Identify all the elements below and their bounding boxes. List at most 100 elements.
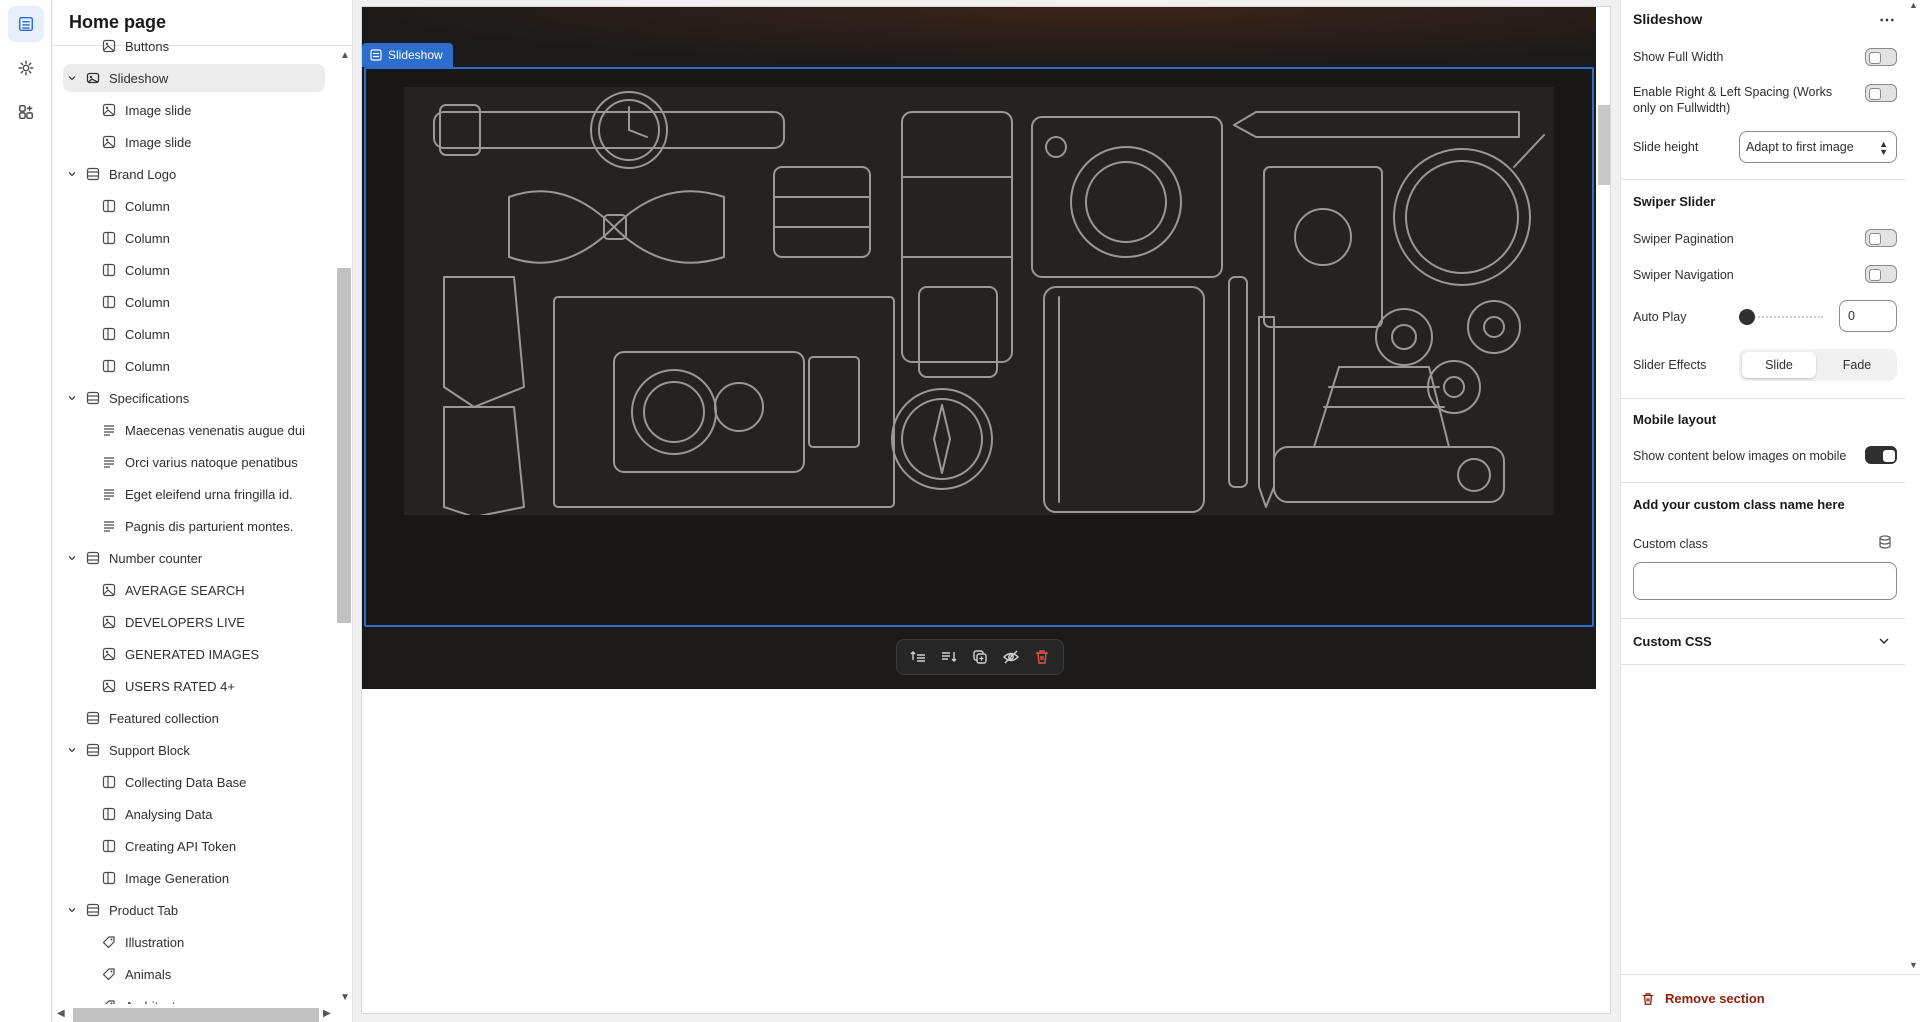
- tree-block-row[interactable]: GENERATED IMAGES: [53, 640, 325, 668]
- remove-section-label: Remove section: [1665, 991, 1765, 1006]
- canvas-hscroll-thumb[interactable]: [868, 1013, 1596, 1014]
- tree-row-label: Column: [125, 198, 170, 214]
- tree-section-row[interactable]: Support Block: [53, 736, 325, 764]
- tree-block-row[interactable]: Pagnis dis parturient montes.: [53, 512, 325, 540]
- tree-block-row[interactable]: Illustration: [53, 928, 325, 956]
- lr-spacing-toggle[interactable]: [1865, 84, 1897, 102]
- tree-row-label: GENERATED IMAGES: [125, 646, 260, 662]
- more-options-button[interactable]: ⋯: [1875, 8, 1899, 32]
- effect-option-fade[interactable]: Fade: [1820, 352, 1894, 378]
- tree-block-row[interactable]: Column: [53, 352, 325, 380]
- tree-section-row[interactable]: Brand Logo: [53, 160, 325, 188]
- sections-nav-button[interactable]: [8, 6, 44, 42]
- travel-flatlay-illustration: [433, 91, 1545, 518]
- theme-editor: Home page Buttons Slideshow Image slide Ima…: [0, 0, 1920, 1022]
- auto-play-slider-thumb[interactable]: [1739, 309, 1755, 325]
- tree-block-row[interactable]: Orci varius natoque penatibus: [53, 448, 325, 476]
- tree-block-row[interactable]: Image slide: [53, 128, 325, 156]
- sidebar-hscroll-thumb[interactable]: [73, 1008, 319, 1022]
- chevron-down-icon[interactable]: [65, 903, 79, 917]
- slide-height-label: Slide height: [1633, 140, 1699, 154]
- hide-section-button[interactable]: [999, 645, 1023, 669]
- tree-block-row[interactable]: Creating API Token: [53, 832, 325, 860]
- show-full-width-toggle[interactable]: [1865, 48, 1897, 66]
- chevron-down-icon[interactable]: [65, 71, 79, 85]
- image-block-icon: [101, 38, 117, 54]
- slideshow-selection-frame[interactable]: [364, 67, 1594, 627]
- scroll-right-arrow-icon[interactable]: ▶: [323, 1008, 331, 1019]
- tree-block-row[interactable]: Collecting Data Base: [53, 768, 325, 796]
- swiper-heading: Swiper Slider: [1633, 194, 1716, 209]
- auto-play-number-input[interactable]: 0: [1839, 300, 1897, 332]
- swiper-navigation-label: Swiper Navigation: [1633, 268, 1734, 282]
- theme-settings-nav-button[interactable]: [8, 50, 44, 86]
- delete-section-button[interactable]: [1030, 645, 1054, 669]
- tree-row-label: DEVELOPERS LIVE: [125, 614, 245, 630]
- sidebar-scroll-thumb[interactable]: [337, 268, 351, 623]
- slider-effects-label: Slider Effects: [1633, 358, 1707, 372]
- tree-section-row[interactable]: Slideshow: [63, 64, 325, 92]
- tree-block-row[interactable]: Column: [53, 224, 325, 252]
- chevron-down-icon[interactable]: [1877, 634, 1891, 648]
- tree-block-row[interactable]: Column: [53, 320, 325, 348]
- swiper-pagination-toggle[interactable]: [1865, 229, 1897, 247]
- sections-icon: [18, 16, 34, 32]
- database-icon[interactable]: [1877, 534, 1893, 550]
- chevron-down-icon[interactable]: [65, 743, 79, 757]
- scroll-down-arrow-icon[interactable]: ▼: [340, 992, 350, 1003]
- mobile-content-below-toggle[interactable]: [1865, 446, 1897, 464]
- tree-row-label: Creating API Token: [125, 838, 237, 854]
- tree-block-row[interactable]: USERS RATED 4+: [53, 672, 325, 700]
- swiper-navigation-toggle[interactable]: [1865, 265, 1897, 283]
- tree-row-label: Analysing Data: [125, 806, 213, 822]
- canvas-scroll-thumb[interactable]: [1598, 105, 1610, 185]
- tree-row-label: Animals: [125, 966, 172, 982]
- slide-image: [404, 87, 1554, 518]
- tree-block-row[interactable]: Analysing Data: [53, 800, 325, 828]
- column-icon: [101, 326, 117, 342]
- tree-block-row[interactable]: DEVELOPERS LIVE: [53, 608, 325, 636]
- lr-spacing-label: Enable Right & Left Spacing (Works only …: [1633, 85, 1833, 115]
- remove-section-button[interactable]: Remove section: [1641, 991, 1765, 1006]
- duplicate-button[interactable]: [968, 645, 992, 669]
- section-icon: [85, 742, 101, 758]
- divider: [1621, 664, 1905, 665]
- move-down-button[interactable]: [937, 645, 961, 669]
- tree-block-row[interactable]: AVERAGE SEARCH: [53, 576, 325, 604]
- tree-row-label: AVERAGE SEARCH: [125, 582, 245, 598]
- tree-block-row[interactable]: Image slide: [53, 96, 325, 124]
- tree-block-row[interactable]: Maecenas venenatis augue dui: [53, 416, 325, 444]
- custom-class-input[interactable]: [1633, 562, 1897, 600]
- tree-section-row[interactable]: Number counter: [53, 544, 325, 572]
- tree-block-row[interactable]: Eget eleifend urna fringilla id.: [53, 480, 325, 508]
- tree-block-row[interactable]: Column: [53, 288, 325, 316]
- column-icon: [101, 838, 117, 854]
- custom-css-toggle-label[interactable]: Custom CSS: [1633, 634, 1712, 649]
- move-up-icon: [910, 651, 926, 662]
- tree-row-label: Image slide: [125, 134, 192, 150]
- tree-block-row[interactable]: Animals: [53, 960, 325, 988]
- tree-block-row[interactable]: Image Generation: [53, 864, 325, 892]
- tree-row-label: Column: [125, 262, 170, 278]
- tree-section-row[interactable]: Product Tab: [53, 896, 325, 924]
- settings-scroll-up-icon[interactable]: ▲: [1909, 0, 1918, 10]
- chevron-down-icon[interactable]: [65, 551, 79, 565]
- tree-block-row[interactable]: Buttons: [53, 32, 325, 60]
- scroll-up-arrow-icon[interactable]: ▲: [340, 50, 350, 61]
- section-tag-label[interactable]: Slideshow: [362, 43, 453, 67]
- slide-height-select[interactable]: Adapt to first image ▲ ▼: [1739, 131, 1897, 163]
- text-lines-icon: [101, 486, 117, 502]
- tree-section-row[interactable]: Featured collection: [53, 704, 325, 732]
- tree-block-row[interactable]: Column: [53, 256, 325, 284]
- move-up-button[interactable]: [906, 645, 930, 669]
- effect-option-slide[interactable]: Slide: [1742, 352, 1816, 378]
- hide-icon: [1002, 650, 1019, 664]
- tree-section-row[interactable]: Specifications: [53, 384, 325, 412]
- chevron-down-icon[interactable]: [65, 167, 79, 181]
- scroll-left-arrow-icon[interactable]: ◀: [57, 1008, 65, 1019]
- apps-nav-button[interactable]: [8, 94, 44, 130]
- chevron-down-icon[interactable]: [65, 391, 79, 405]
- tree-block-row[interactable]: Column: [53, 192, 325, 220]
- settings-scroll-down-icon[interactable]: ▼: [1909, 960, 1918, 970]
- section-toolbar: [896, 639, 1064, 675]
